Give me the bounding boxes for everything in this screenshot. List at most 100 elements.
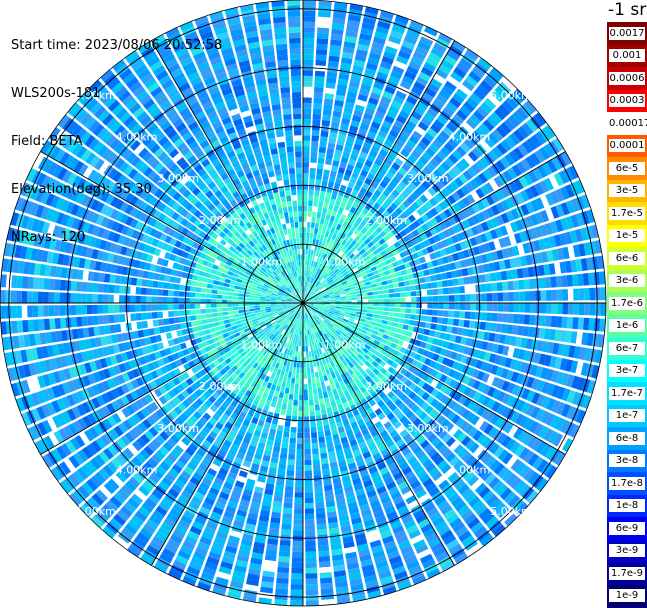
range-gate: [306, 249, 309, 255]
range-gate: [316, 518, 326, 524]
range-gate: [340, 296, 346, 299]
range-gate: [320, 191, 326, 197]
range-gate: [449, 295, 455, 302]
range-gate: [368, 299, 374, 302]
range-gate: [275, 386, 280, 392]
range-gate: [321, 131, 329, 137]
range-gate: [321, 588, 334, 594]
range-gate: [304, 406, 309, 412]
range-gate: [314, 87, 324, 93]
range-gate: [318, 551, 329, 557]
range-gate: [327, 209, 332, 215]
range-gate: [310, 163, 316, 169]
range-gate: [110, 325, 117, 334]
range-gate: [294, 503, 303, 509]
range-gate: [310, 421, 316, 427]
range-gate: [432, 289, 438, 295]
range-gate: [324, 397, 330, 403]
range-gate: [312, 239, 316, 245]
range-gate: [233, 304, 239, 307]
range-gate: [230, 322, 236, 327]
range-gate: [320, 136, 328, 142]
range-gate: [370, 280, 376, 285]
range-gate: [589, 318, 595, 331]
range-gate: [317, 207, 322, 213]
range-gate: [426, 283, 432, 289]
range-gate: [326, 192, 332, 198]
range-gate: [280, 370, 285, 376]
range-gate: [513, 280, 519, 290]
range-gate: [518, 314, 524, 324]
range-gate: [309, 190, 314, 196]
range-gate: [498, 293, 504, 302]
range-gate: [306, 595, 319, 601]
range-gate: [314, 82, 324, 88]
range-gate: [303, 173, 309, 179]
range-gate: [501, 324, 508, 333]
range-gate: [384, 303, 390, 307]
range-gate: [438, 288, 444, 294]
range-gate: [282, 404, 287, 410]
range-gate: [296, 368, 299, 374]
range-gate: [214, 326, 220, 331]
range-gate: [367, 313, 373, 317]
range-gate: [303, 200, 307, 206]
range-gate: [276, 583, 289, 589]
range-gate: [179, 310, 185, 316]
range-gate: [485, 322, 491, 331]
range-gate: [141, 313, 147, 320]
range-gate: [152, 312, 158, 319]
range-gate: [303, 76, 313, 82]
range-gate: [381, 281, 387, 286]
range-gate: [410, 314, 416, 319]
range-gate: [309, 395, 314, 401]
range-gate: [201, 314, 207, 319]
range-gate: [254, 303, 259, 305]
range-gate: [326, 385, 331, 391]
range-gate: [307, 373, 311, 379]
range-gate: [320, 583, 333, 589]
range-gate: [492, 293, 498, 301]
range-gate: [414, 321, 420, 327]
range-gate: [384, 299, 390, 303]
range-gate: [317, 234, 321, 240]
range-gate: [485, 273, 491, 282]
range-gate: [320, 453, 327, 459]
range-gate: [254, 306, 260, 308]
range-gate: [454, 295, 460, 302]
range-gate: [373, 295, 379, 299]
range-gate: [217, 312, 223, 316]
range-gate: [465, 312, 471, 320]
range-gate: [307, 217, 311, 223]
range-gate: [409, 279, 415, 285]
range-gate: [265, 305, 271, 307]
range-gate: [305, 330, 307, 336]
range-gate: [392, 322, 398, 327]
range-gate: [292, 563, 303, 569]
range-gate: [277, 572, 289, 578]
range-gate: [368, 296, 374, 299]
range-gate: [303, 108, 311, 114]
range-gate: [168, 311, 174, 317]
range-gate: [551, 316, 557, 327]
range-gate: [260, 305, 266, 307]
range-gate: [405, 286, 411, 291]
range-gate: [303, 152, 310, 158]
range-gate: [437, 281, 443, 288]
range-gate: [250, 311, 256, 314]
range-gate: [297, 433, 303, 439]
range-gate: [454, 303, 460, 310]
range-gate: [142, 321, 148, 329]
range-gate: [303, 38, 314, 44]
range-gate: [283, 399, 288, 405]
range-gate: [314, 98, 323, 104]
range-gate: [304, 400, 309, 406]
range-gate: [319, 398, 324, 404]
range-gate: [317, 33, 329, 39]
range-gate: [305, 492, 313, 498]
range-gate: [304, 438, 310, 444]
range-gate: [299, 341, 301, 347]
range-gate: [311, 432, 317, 438]
range-gate: [119, 314, 125, 322]
range-gate: [324, 219, 329, 225]
